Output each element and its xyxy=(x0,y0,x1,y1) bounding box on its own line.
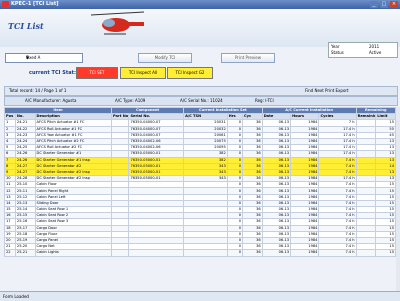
app-window: KPEC-1 [TCI List] _ □ × TCI List Year 20… xyxy=(0,0,400,301)
table-cell xyxy=(355,249,377,257)
header-panel: TCI List Year 2011 Status Active xyxy=(0,9,400,58)
column-header[interactable]: Part No. xyxy=(110,113,130,121)
page-title: TCI List xyxy=(8,21,44,31)
table-cell: 36 xyxy=(242,249,263,257)
print-preview-button[interactable]: Print Preview xyxy=(221,53,275,63)
table-row[interactable]: 22 25-21 Cabin Lights 0 36 06-13 1984 7.4 h 15 xyxy=(4,249,396,257)
mode-select[interactable]: Fixed A ▼ xyxy=(5,53,83,63)
table-cell xyxy=(128,249,185,257)
table-cell xyxy=(110,249,130,257)
table-cell: 06-13 xyxy=(261,249,292,257)
app-icon xyxy=(2,1,9,8)
table-cell: Cabin Lights xyxy=(34,249,112,257)
minimize-button[interactable]: _ xyxy=(370,1,378,8)
toolbar-actions[interactable]: Find Next Print Export xyxy=(305,88,349,93)
info-key-year: Year xyxy=(331,44,340,49)
table-cell: 22 xyxy=(4,249,16,257)
filter-serial: A/C Serial No.: 11024 xyxy=(180,98,223,103)
filter-manufacturer: A/C Manufacturer: Agusta xyxy=(25,98,77,103)
tab-tci-inspect-g2[interactable]: TCI Inspect G2 xyxy=(167,67,213,79)
filter-type: A/C Type: A109 xyxy=(115,98,146,103)
filter-bar: A/C Manufacturer: Agusta A/C Type: A109 … xyxy=(4,96,398,106)
table-cell xyxy=(183,249,228,257)
table-cell: 1984 xyxy=(290,249,320,257)
table-cell: 15 xyxy=(375,249,396,257)
record-count: Total record: 14 / Page 1 of 1 xyxy=(9,88,67,93)
info-value-status: Active xyxy=(369,50,382,55)
chevron-down-icon[interactable]: ▼ xyxy=(26,55,31,61)
title-bar: KPEC-1 [TCI List] _ □ × xyxy=(0,0,400,9)
close-button[interactable]: × xyxy=(390,1,398,8)
tci-table: Item Component Current Installation Set … xyxy=(4,106,397,257)
info-value-year: 2011 xyxy=(369,44,380,49)
vertical-scrollbar[interactable] xyxy=(396,107,400,291)
record-toolbar: Total record: 14 / Page 1 of 1 Find Next… xyxy=(4,86,398,96)
modify-tci-button[interactable]: Modify TCI xyxy=(138,53,192,63)
tab-tci-inspect-all[interactable]: TCI Inspect All xyxy=(120,67,166,79)
status-text: Form Loaded xyxy=(3,294,29,299)
info-key-status: Status xyxy=(331,50,344,55)
info-box: Year 2011 Status Active xyxy=(328,42,398,58)
current-status-label: current TCI Stat: xyxy=(29,70,76,76)
column-header[interactable]: Remaining xyxy=(355,113,377,121)
filter-reg: Reg: I-TCI xyxy=(255,98,274,103)
maximize-button[interactable]: □ xyxy=(380,1,388,8)
table-cell: 25-21 xyxy=(14,249,36,257)
tab-tci-set[interactable]: TCI SET xyxy=(76,67,118,79)
window-title: KPEC-1 [TCI List] xyxy=(11,1,59,7)
table-cell: 0 xyxy=(226,249,244,257)
helicopter-logo-icon xyxy=(90,11,145,35)
table-cell: 7.4 h xyxy=(318,249,357,257)
